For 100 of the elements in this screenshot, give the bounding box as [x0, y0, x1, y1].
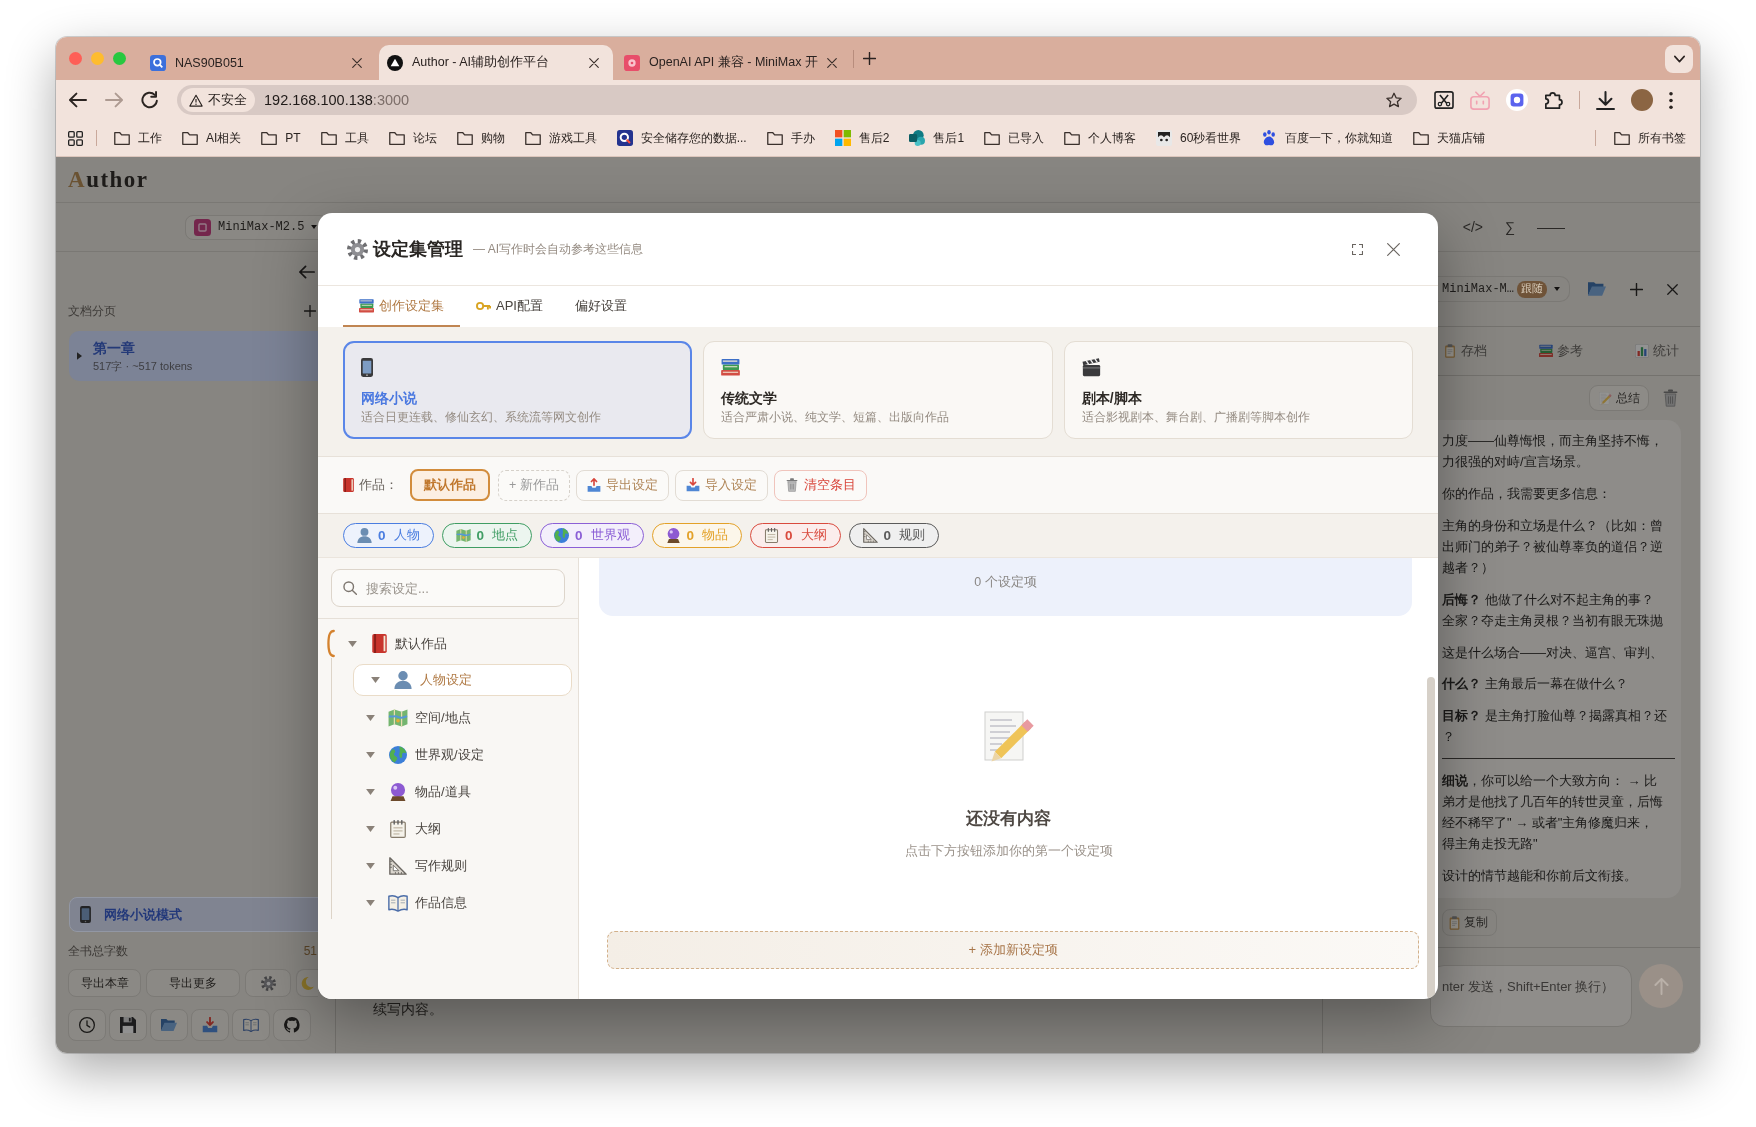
icon-button[interactable]: [232, 1009, 270, 1041]
folder-icon: [388, 131, 405, 145]
tree-item[interactable]: 人物设定: [353, 664, 572, 696]
editor-text: 续写内容。: [373, 1000, 444, 1018]
bookmark[interactable]: 工具: [320, 129, 369, 147]
mode-card[interactable]: 传统文学 适合严肃小说、纯文学、短篇、出版向作品: [703, 341, 1053, 439]
bookmark[interactable]: 60秒看世界: [1156, 129, 1242, 147]
export-button[interactable]: 导出更多: [146, 969, 240, 997]
toolbar-button[interactable]: ——: [1537, 219, 1565, 235]
works-label: 作品：: [359, 476, 398, 494]
tree-item[interactable]: 世界观/设定: [353, 738, 572, 771]
warning-icon: [189, 93, 203, 107]
dialog-tab[interactable]: 偏好设置: [558, 286, 643, 327]
expand-icon[interactable]: [1352, 243, 1363, 255]
round-logo-icon[interactable]: [1506, 89, 1528, 111]
toolbar-button[interactable]: </>: [1462, 219, 1483, 235]
bookmark[interactable]: 百度一下，你就知道: [1261, 129, 1394, 147]
bookmark[interactable]: 论坛: [388, 129, 437, 147]
tree-item[interactable]: 作品信息: [353, 886, 572, 919]
notepad-pencil-icon: [983, 711, 1034, 763]
bookmark[interactable]: 已导入: [984, 129, 1045, 147]
reload-icon[interactable]: [141, 91, 159, 109]
download-icon[interactable]: [1596, 90, 1615, 110]
security-button[interactable]: 不安全: [181, 88, 255, 112]
tree-item[interactable]: 空间/地点: [353, 701, 572, 734]
books-icon: [721, 359, 741, 376]
mode-card[interactable]: 剧本/脚本 适合影视剧本、舞台剧、广播剧等脚本创作: [1063, 341, 1413, 439]
scrollbar[interactable]: [1427, 677, 1435, 999]
icon-button[interactable]: [109, 1009, 147, 1041]
tree-item[interactable]: 大纲: [353, 812, 572, 845]
icon-button[interactable]: [68, 1009, 106, 1041]
browser-tab[interactable]: OpenAI API 兼容 - MiniMax 开: [616, 45, 850, 80]
puzzle-icon[interactable]: [1544, 91, 1563, 109]
bookmark[interactable]: 售后1: [909, 129, 965, 147]
settings-button[interactable]: [245, 969, 291, 997]
category-chip[interactable]: 0 人物: [343, 523, 434, 548]
bookmark[interactable]: AI相关: [182, 129, 242, 147]
dialog-tab[interactable]: API配置: [460, 286, 559, 327]
scissors-icon[interactable]: [1434, 91, 1454, 109]
add-item-button[interactable]: + 添加新设定项: [607, 931, 1419, 969]
summary-button[interactable]: 总结: [1589, 385, 1649, 411]
trash-icon[interactable]: [1663, 389, 1678, 407]
mode-card-title: 传统文学: [721, 389, 778, 408]
browser-tab[interactable]: Author - AI辅助创作平台: [379, 45, 613, 80]
bookmark[interactable]: 购物: [456, 129, 505, 147]
close-icon[interactable]: [1667, 283, 1678, 295]
plus-icon[interactable]: [1630, 282, 1643, 296]
bookmark[interactable]: PT: [261, 131, 301, 145]
bookmark[interactable]: 售后2: [834, 129, 890, 147]
bookmark[interactable]: 手办: [766, 129, 815, 147]
all-bookmarks-button[interactable]: 所有书签: [1614, 129, 1686, 147]
close-icon[interactable]: [589, 57, 599, 68]
person-icon: [393, 671, 413, 689]
mode-card-description: 适合严肃小说、纯文学、短篇、出版向作品: [721, 410, 950, 425]
tab-list-button[interactable]: [1665, 44, 1693, 73]
bookmark[interactable]: 个人博客: [1064, 129, 1137, 147]
search-field[interactable]: 搜索设定...: [331, 569, 565, 607]
tree-item[interactable]: 物品/道具: [353, 775, 572, 808]
bookmark[interactable]: 工作: [114, 129, 162, 147]
message-input[interactable]: nter 发送，Shift+Enter 换行）: [1430, 965, 1632, 1027]
avatar-icon[interactable]: [1631, 89, 1653, 111]
caret-down-icon: [311, 225, 318, 229]
clear-entries-button[interactable]: 清空条目: [773, 469, 867, 501]
close-icon[interactable]: [1387, 242, 1400, 256]
toolbar-button[interactable]: ∑: [1505, 219, 1515, 235]
site-icon: [624, 54, 640, 71]
menu-icon[interactable]: [1669, 91, 1673, 109]
bar-chart-icon: [1635, 344, 1649, 358]
icon-button[interactable]: [150, 1009, 188, 1041]
url-text: 192.168.100.138:3000: [264, 92, 410, 108]
plus-icon[interactable]: [863, 52, 876, 65]
copy-button[interactable]: 复制: [1442, 909, 1497, 936]
triangle-ruler-icon: [388, 856, 408, 875]
plus-icon[interactable]: [304, 305, 316, 317]
notepad-icon: [388, 819, 408, 838]
bookmark[interactable]: 安全储存您的数据...: [616, 129, 747, 147]
icon-button[interactable]: [273, 1009, 311, 1041]
browser-tab[interactable]: NAS90B051: [142, 45, 376, 80]
close-icon[interactable]: [826, 57, 837, 68]
back-icon[interactable]: [69, 91, 87, 109]
star-icon[interactable]: [1386, 92, 1402, 108]
open-book-icon: [388, 893, 408, 912]
tree-item[interactable]: 写作规则: [353, 849, 572, 882]
export-button[interactable]: 导出本章: [68, 969, 141, 997]
grid-icon[interactable]: [68, 130, 83, 146]
arrow-left-icon[interactable]: [299, 265, 315, 279]
message-list-item: 这是什么场合——对决、逼宫、审判、: [1442, 643, 1664, 662]
model-selector[interactable]: MiniMax-M… 跟随: [1438, 276, 1570, 302]
books-icon: [1539, 344, 1553, 358]
crystal-ball-icon: [388, 782, 408, 801]
tree-item[interactable]: 默认作品: [318, 629, 572, 658]
trash-icon: [784, 478, 799, 492]
category-chip[interactable]: 0 规则: [848, 523, 940, 548]
bookmark[interactable]: 游戏工具: [524, 129, 597, 147]
category-chip[interactable]: 0 世界观: [540, 523, 644, 548]
bookmark[interactable]: 天猫店铺: [1413, 129, 1486, 147]
address-bar[interactable]: 不安全 192.168.100.138:3000: [177, 85, 1417, 115]
folder-icon[interactable]: [1588, 282, 1606, 296]
category-chip[interactable]: 0 大纲: [750, 523, 841, 548]
close-icon[interactable]: [352, 57, 362, 68]
